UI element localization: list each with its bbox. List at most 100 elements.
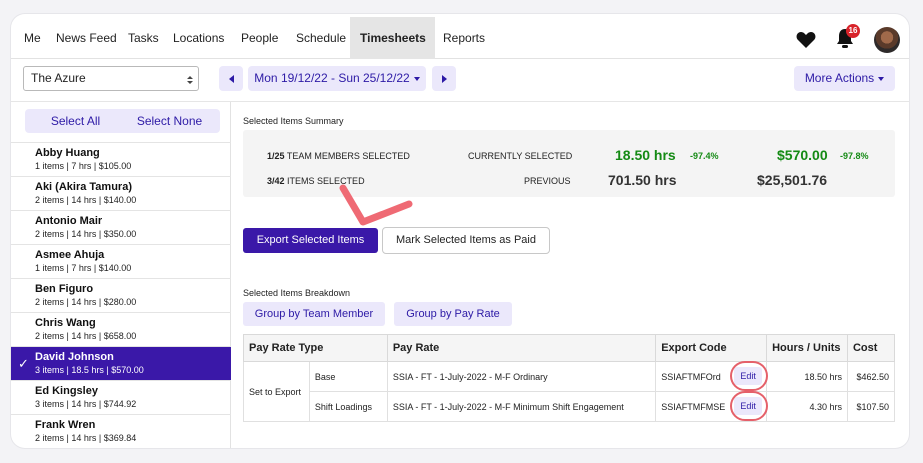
avatar[interactable] bbox=[874, 27, 900, 53]
select-all-button[interactable]: Select All bbox=[25, 109, 126, 133]
prev-week-button[interactable] bbox=[219, 66, 243, 91]
summary-title: Selected Items Summary bbox=[243, 116, 344, 126]
currently-selected-label: CURRENTLY SELECTED bbox=[468, 151, 573, 161]
person-name: Ben Figuro bbox=[35, 283, 94, 295]
col-export-code: Export Code bbox=[655, 334, 768, 362]
person-stats: 2 items | 14 hrs | $280.00 bbox=[35, 297, 137, 307]
annotation-circle bbox=[730, 361, 769, 391]
export-code: SSIAFTMFOrd bbox=[661, 371, 721, 382]
export-code-cell: SSIAFTMFOrd Edit bbox=[655, 361, 769, 392]
person-stats: 1 items | 7 hrs | $140.00 bbox=[35, 263, 132, 273]
export-code: SSIAFTMFMSE bbox=[661, 401, 726, 412]
select-arrows-icon bbox=[187, 76, 193, 84]
list-item[interactable]: Frank Wren 2 items | 14 hrs | $369.84 bbox=[11, 414, 231, 448]
col-cost: Cost bbox=[846, 334, 896, 362]
person-name: Asmee Ahuja bbox=[35, 249, 105, 261]
select-none-button[interactable]: Select None bbox=[119, 109, 220, 133]
nav-timesheets[interactable]: Timesheets bbox=[350, 17, 435, 83]
annotation-circle bbox=[730, 391, 769, 421]
more-actions-label: More Actions bbox=[804, 71, 875, 85]
person-stats: 2 items | 14 hrs | $658.00 bbox=[35, 331, 137, 341]
col-pay-rate-type: Pay Rate Type bbox=[243, 334, 388, 362]
next-week-button[interactable] bbox=[432, 66, 456, 91]
team-count: 1/25 bbox=[267, 151, 285, 161]
previous-cost: $25,501.76 bbox=[757, 172, 828, 188]
person-name: Antonio Mair bbox=[35, 215, 103, 227]
check-icon: ✓ bbox=[18, 356, 29, 371]
cost: $462.50 bbox=[846, 361, 896, 392]
nav-reports[interactable]: Reports bbox=[443, 17, 485, 59]
date-range-dropdown[interactable]: Mon 19/12/22 - Sun 25/12/22 bbox=[248, 66, 426, 91]
list-item[interactable]: Ed Kingsley 3 items | 14 hrs | $744.92 bbox=[11, 380, 231, 414]
list-item[interactable]: Aki (Akira Tamura) 2 items | 14 hrs | $14… bbox=[11, 176, 231, 210]
person-stats: 1 items | 7 hrs | $105.00 bbox=[35, 161, 132, 171]
current-cost-change: -97.8% bbox=[840, 151, 869, 161]
cost: $107.50 bbox=[846, 391, 896, 422]
team-member-sidebar: Select All Select None Abby Huang 1 items… bbox=[11, 102, 231, 448]
nav-locations[interactable]: Locations bbox=[173, 17, 224, 59]
person-stats: 3 items | 18.5 hrs | $570.00 bbox=[35, 365, 144, 375]
group-by-pay-rate-button[interactable]: Group by Pay Rate bbox=[394, 302, 512, 326]
app-window: Me News Feed Tasks Locations People Sche… bbox=[11, 14, 909, 448]
nav-timesheets-label: Timesheets bbox=[360, 31, 426, 45]
col-hours-units: Hours / Units bbox=[766, 334, 848, 362]
group-label: Set to Export bbox=[243, 361, 310, 422]
breakdown-title: Selected Items Breakdown bbox=[243, 288, 351, 298]
location-select[interactable]: The Azure bbox=[23, 66, 199, 91]
list-item[interactable]: Chris Wang 2 items | 14 hrs | $658.00 bbox=[11, 312, 231, 346]
date-range-label: Mon 19/12/22 - Sun 25/12/22 bbox=[254, 71, 410, 85]
heart-icon[interactable] bbox=[796, 31, 816, 49]
items-count: 3/42 bbox=[267, 176, 285, 186]
team-member-list: Abby Huang 1 items | 7 hrs | $105.00 Aki … bbox=[11, 142, 231, 448]
person-name: Chris Wang bbox=[35, 317, 96, 329]
nav-news-feed[interactable]: News Feed bbox=[56, 17, 117, 59]
chevron-down-icon bbox=[878, 76, 885, 81]
col-pay-rate: Pay Rate bbox=[386, 334, 657, 362]
hours-units: 18.50 hrs bbox=[766, 361, 848, 392]
table-row: Set to Export Base SSIA - FT - 1-July-20… bbox=[243, 361, 896, 422]
list-item[interactable]: Ben Figuro 2 items | 14 hrs | $280.00 bbox=[11, 278, 231, 312]
pay-rate-type: Shift Loadings bbox=[308, 391, 388, 422]
person-name: David Johnson bbox=[35, 351, 114, 363]
nav-schedule[interactable]: Schedule bbox=[296, 17, 346, 59]
group-by-member-button[interactable]: Group by Team Member bbox=[243, 302, 385, 326]
person-name: Frank Wren bbox=[35, 419, 96, 431]
team-label: TEAM MEMBERS SELECTED bbox=[286, 151, 410, 161]
hours-units: 4.30 hrs bbox=[766, 391, 848, 422]
table-row: Shift Loadings SSIA - FT - 1-July-2022 -… bbox=[244, 391, 896, 422]
team-members-selected: 1/25 TEAM MEMBERS SELECTED bbox=[267, 151, 410, 161]
main-content: Selected Items Summary 1/25 TEAM MEMBERS… bbox=[243, 102, 899, 448]
current-hours-change: -97.4% bbox=[690, 151, 719, 161]
nav-me[interactable]: Me bbox=[24, 17, 41, 59]
person-stats: 3 items | 14 hrs | $744.92 bbox=[35, 399, 137, 409]
person-stats: 2 items | 14 hrs | $350.00 bbox=[35, 229, 137, 239]
pay-rate: SSIA - FT - 1-July-2022 - M-F Ordinary bbox=[386, 361, 657, 392]
chevron-left-icon bbox=[228, 74, 234, 83]
list-item-selected[interactable]: ✓ David Johnson 3 items | 18.5 hrs | $570.… bbox=[11, 346, 231, 380]
breakdown-table: Pay Rate Type Pay Rate Export Code Hours… bbox=[243, 334, 896, 422]
current-cost: $570.00 bbox=[777, 147, 828, 163]
person-stats: 2 items | 14 hrs | $140.00 bbox=[35, 195, 137, 205]
list-item[interactable]: Asmee Ahuja 1 items | 7 hrs | $140.00 bbox=[11, 244, 231, 278]
list-item[interactable]: Antonio Mair 2 items | 14 hrs | $350.00 bbox=[11, 210, 231, 244]
export-code-cell: SSIAFTMFMSE Edit bbox=[655, 391, 769, 422]
more-actions-button[interactable]: More Actions bbox=[794, 66, 895, 91]
person-name: Ed Kingsley bbox=[35, 385, 98, 397]
location-select-value: The Azure bbox=[31, 71, 86, 85]
nav-tasks[interactable]: Tasks bbox=[128, 17, 159, 59]
person-name: Aki (Akira Tamura) bbox=[35, 181, 132, 193]
top-nav: Me News Feed Tasks Locations People Sche… bbox=[11, 17, 909, 83]
notification-badge: 16 bbox=[846, 24, 860, 38]
nav-people[interactable]: People bbox=[241, 17, 278, 59]
person-name: Abby Huang bbox=[35, 147, 100, 159]
list-item[interactable]: Abby Huang 1 items | 7 hrs | $105.00 bbox=[11, 142, 231, 176]
toolbar: The Azure Mon 19/12/22 - Sun 25/12/22 Mo… bbox=[11, 60, 909, 102]
chevron-down-icon bbox=[413, 76, 420, 81]
pay-rate: SSIA - FT - 1-July-2022 - M-F Minimum Sh… bbox=[386, 391, 657, 422]
previous-hours: 701.50 hrs bbox=[608, 172, 677, 188]
chevron-right-icon bbox=[441, 74, 447, 83]
annotation-checkmark-icon bbox=[339, 184, 413, 226]
previous-label: PREVIOUS bbox=[524, 176, 571, 186]
current-hours: 18.50 hrs bbox=[615, 147, 676, 163]
person-stats: 2 items | 14 hrs | $369.84 bbox=[35, 433, 137, 443]
